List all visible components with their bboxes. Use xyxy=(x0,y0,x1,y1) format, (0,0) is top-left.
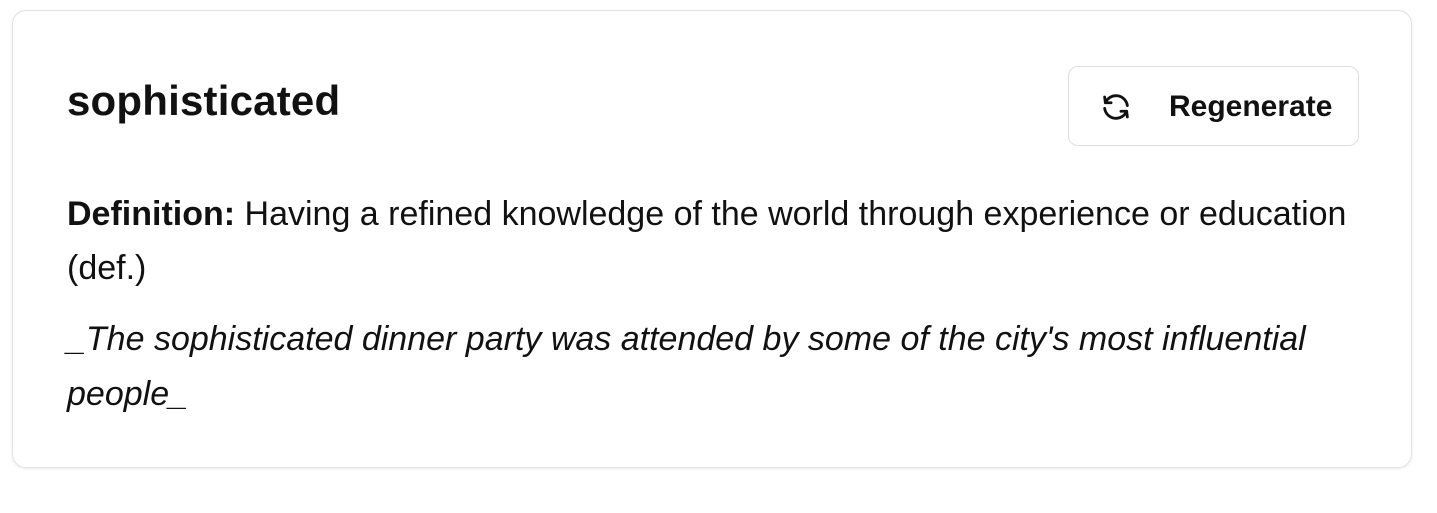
definition-label: Definition: xyxy=(67,195,236,233)
word-title: sophisticated xyxy=(67,77,341,124)
refresh-icon xyxy=(1103,94,1129,120)
regenerate-button[interactable]: Regenerate xyxy=(1068,66,1359,146)
word-card: sophisticated Regenerate Definition: Hav… xyxy=(12,10,1412,468)
regenerate-label: Regenerate xyxy=(1169,90,1333,123)
definition-body: Having a refined knowledge of the world … xyxy=(67,195,1347,287)
definition-text: Definition: Having a refined knowledge o… xyxy=(67,187,1357,295)
example-sentence: _The sophisticated dinner party was atte… xyxy=(67,320,1306,413)
